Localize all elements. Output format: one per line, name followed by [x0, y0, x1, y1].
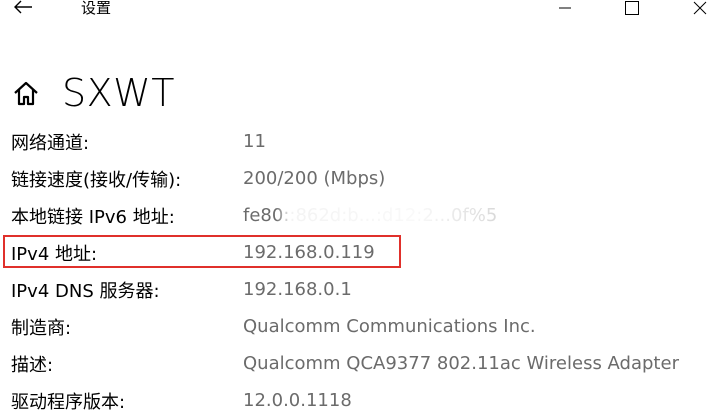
maximize-button[interactable]: [612, 0, 652, 22]
property-label: IPv4 DNS 服务器:: [11, 280, 160, 302]
title-bar: 设置: [0, 0, 727, 24]
property-label: 网络通道:: [11, 132, 90, 154]
home-icon[interactable]: [10, 77, 42, 109]
properties-list: 网络通道: 11 链接速度(接收/传输): 200/200 (Mbps) 本地链…: [0, 123, 727, 419]
property-row-description: 描述: Qualcomm QCA9377 802.11ac Wireless A…: [0, 345, 727, 382]
minimize-button[interactable]: [545, 0, 585, 22]
arrow-left-icon: [14, 0, 32, 14]
property-label: 链接速度(接收/传输):: [11, 169, 182, 191]
property-label: 描述:: [11, 354, 54, 376]
property-row-manufacturer: 制造商: Qualcomm Communications Inc.: [0, 308, 727, 345]
property-value: 192.168.0.1: [243, 279, 352, 300]
property-row-ipv4: IPv4 地址: 192.168.0.119: [0, 234, 727, 271]
settings-window: 设置 SXWT 网络通道: 11 链接速度(接收/传输): 200/200 (M…: [0, 0, 727, 419]
close-button[interactable]: [680, 0, 720, 22]
property-label: 制造商:: [11, 317, 72, 339]
property-value: 12.0.0.1118: [243, 390, 352, 411]
close-icon: [693, 1, 707, 15]
property-value: Qualcomm Communications Inc.: [243, 316, 536, 337]
property-label: IPv4 地址:: [11, 243, 98, 265]
property-value: fe80::862d:b...:d12:2...0f%5: [243, 205, 498, 226]
property-row-ipv6: 本地链接 IPv6 地址: fe80::862d:b...:d12:2...0f…: [0, 197, 727, 234]
minimize-icon: [559, 7, 571, 9]
back-button[interactable]: [8, 0, 38, 20]
page-header: SXWT: [10, 68, 175, 118]
property-value: 192.168.0.119: [243, 242, 375, 263]
property-label: 驱动程序版本:: [11, 391, 126, 413]
property-row-channel: 网络通道: 11: [0, 123, 727, 160]
property-row-ipv4-dns: IPv4 DNS 服务器: 192.168.0.1: [0, 271, 727, 308]
property-value: 200/200 (Mbps): [243, 168, 386, 189]
property-row-link-speed: 链接速度(接收/传输): 200/200 (Mbps): [0, 160, 727, 197]
property-row-driver-version: 驱动程序版本: 12.0.0.1118: [0, 382, 727, 419]
page-title: SXWT: [62, 71, 175, 115]
property-label: 本地链接 IPv6 地址:: [11, 206, 175, 228]
window-title: 设置: [81, 0, 112, 17]
property-value: Qualcomm QCA9377 802.11ac Wireless Adapt…: [243, 353, 679, 374]
maximize-icon: [625, 1, 639, 15]
property-value: 11: [243, 131, 266, 152]
